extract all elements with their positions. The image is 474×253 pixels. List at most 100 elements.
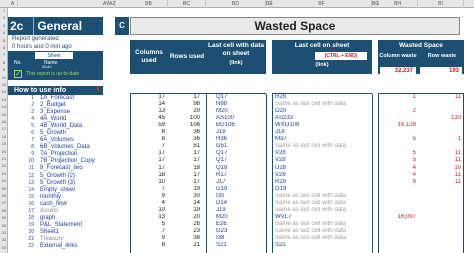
- column-header[interactable]: BB: [130, 0, 168, 8]
- last-cell-link: Same as last cell with data: [275, 235, 347, 241]
- last-cell-data-link[interactable]: (link): [206, 60, 266, 66]
- table-row: 13 20 M20 O20 2: [0, 108, 474, 115]
- last-cell-link[interactable]: WVL7: [275, 214, 371, 221]
- column-waste-header: Column waste: [379, 53, 417, 59]
- last-cell-link[interactable]: R28: [275, 179, 371, 186]
- rows-used-cell: 38: [193, 235, 200, 241]
- last-cell-data-link[interactable]: J18: [216, 129, 264, 136]
- column-waste-cell: [380, 235, 416, 242]
- last-cell-link[interactable]: R28: [275, 94, 371, 101]
- last-cell-data-link[interactable]: E26: [216, 221, 264, 228]
- columns-used-cell: 17: [158, 157, 165, 164]
- row-waste-cell: 11: [454, 94, 461, 100]
- last-cell-data-link[interactable]: M20: [216, 214, 264, 221]
- wasted-space-title: Wasted Space: [130, 17, 460, 35]
- columns-used-cell: 4: [161, 199, 165, 206]
- table-row: 10 19 J19 Same as last cell with data: [0, 207, 474, 214]
- last-cell-link[interactable]: U28: [275, 165, 371, 172]
- columns-used-cell: 10: [158, 206, 165, 213]
- last-cell-link[interactable]: S21: [275, 242, 371, 249]
- column-waste-cell: [380, 115, 416, 122]
- no-column-label: No.: [14, 60, 22, 66]
- last-cell-link: Same as last cell with data: [275, 206, 347, 213]
- last-cell-data-link[interactable]: S21: [216, 242, 264, 249]
- general-title-text: General: [37, 19, 83, 33]
- column-header[interactable]: BD: [206, 0, 266, 8]
- last-cell-link[interactable]: M37: [275, 136, 371, 143]
- last-cell-link[interactable]: (link): [272, 62, 372, 68]
- general-title: 2c General: [8, 17, 103, 35]
- row-header[interactable]: 4: [0, 30, 8, 35]
- row-header[interactable]: 7: [0, 52, 8, 57]
- column-header[interactable]: BI: [418, 0, 464, 8]
- table-row: 8 36 H36 M37 5 1: [0, 136, 474, 143]
- last-cell-data-link[interactable]: AS100: [216, 115, 264, 122]
- columns-used-cell: 45: [158, 115, 165, 122]
- last-cell-link[interactable]: V28: [275, 172, 371, 179]
- last-cell-data-link[interactable]: I30: [216, 193, 264, 200]
- column-waste-cell: [380, 143, 416, 150]
- last-cell-data-link[interactable]: J17: [216, 179, 264, 186]
- column-header[interactable]: BF: [272, 0, 372, 8]
- last-cell-link[interactable]: O20: [275, 108, 371, 115]
- last-cell-link[interactable]: V28: [275, 150, 371, 157]
- columns-used-cell: 17: [158, 164, 165, 171]
- row-header[interactable]: 9: [0, 67, 8, 72]
- column-header[interactable]: A: [8, 0, 18, 8]
- columns-used-cell: 5: [161, 220, 165, 227]
- column-header[interactable]: BC: [168, 0, 206, 8]
- last-cell-data-link[interactable]: G19: [216, 186, 264, 193]
- last-cell-link[interactable]: AS233: [275, 115, 371, 122]
- row-header[interactable]: 2: [0, 15, 8, 20]
- last-cell-data-link[interactable]: BG106: [216, 122, 264, 129]
- last-cell-link[interactable]: V28: [275, 157, 371, 164]
- table-row: 4 14 D14 Same as last cell with data: [0, 200, 474, 207]
- last-cell-link[interactable]: WXO106: [275, 122, 371, 129]
- table-row: 14 98 N98 Same as last cell with data: [0, 101, 474, 108]
- last-cell-data-link[interactable]: N98: [216, 101, 264, 108]
- row-waste-cell: [420, 101, 461, 108]
- last-cell-data-link[interactable]: Q18: [216, 165, 264, 172]
- column-header[interactable]: AZ: [109, 0, 115, 8]
- rows-used-cell: 17: [193, 178, 200, 185]
- row-header[interactable]: 5: [0, 38, 8, 43]
- row-header[interactable]: 6: [0, 45, 8, 50]
- row-header[interactable]: 1: [0, 8, 8, 13]
- last-cell-data-link[interactable]: M20: [216, 108, 264, 115]
- row-header[interactable]: 8: [0, 60, 8, 65]
- row-header[interactable]: 3: [0, 23, 8, 28]
- last-cell-link[interactable]: G19: [275, 186, 371, 193]
- last-cell-data-link[interactable]: Q17: [216, 157, 264, 164]
- row-header[interactable]: 11: [0, 82, 8, 87]
- last-cell-link[interactable]: J18: [275, 129, 371, 136]
- table-row: 17 17 Q17 V28 5 11: [0, 150, 474, 157]
- rows-used-cell: 17: [193, 171, 200, 178]
- last-cell-data-link[interactable]: G23: [216, 228, 264, 235]
- rows-used-cell: 30: [193, 192, 200, 199]
- column-waste-cell: [380, 242, 416, 249]
- columns-used-cell: 13: [158, 213, 165, 220]
- table-row: 45 100 AS100 AS233 133: [0, 115, 474, 122]
- report-generated-info: Report generated 0 hours and 0 min ago: [8, 35, 103, 51]
- last-cell-data-link[interactable]: G51: [216, 143, 264, 150]
- table-row: 17 17 Q17 V28 5 11: [0, 157, 474, 164]
- checkmark-icon: [14, 68, 22, 80]
- row-waste-cell: [420, 186, 461, 193]
- column-waste-cell: 5: [412, 150, 416, 157]
- last-cell-data-link[interactable]: I38: [216, 235, 264, 242]
- last-cell-data-link[interactable]: D14: [216, 200, 264, 207]
- column-header[interactable]: BH: [378, 0, 418, 8]
- rows-used-cell: 26: [193, 220, 200, 227]
- rows-used-cell: 36: [193, 136, 200, 143]
- column-waste-cell: 16,097: [397, 213, 416, 220]
- column-waste-cell: [380, 228, 416, 235]
- column-waste-cell: [380, 101, 416, 108]
- last-cell-data-link[interactable]: Q17: [216, 150, 264, 157]
- last-cell-data-link[interactable]: R17: [216, 172, 264, 179]
- last-cell-data-link[interactable]: H36: [216, 136, 264, 143]
- last-cell-data-link[interactable]: Q17: [216, 94, 264, 101]
- row-header[interactable]: 10: [0, 75, 8, 80]
- table-row: 17 17 Q17 R28 1 11: [0, 94, 474, 101]
- last-cell-data-link[interactable]: J19: [216, 207, 264, 214]
- total-row-waste: 193: [420, 67, 462, 75]
